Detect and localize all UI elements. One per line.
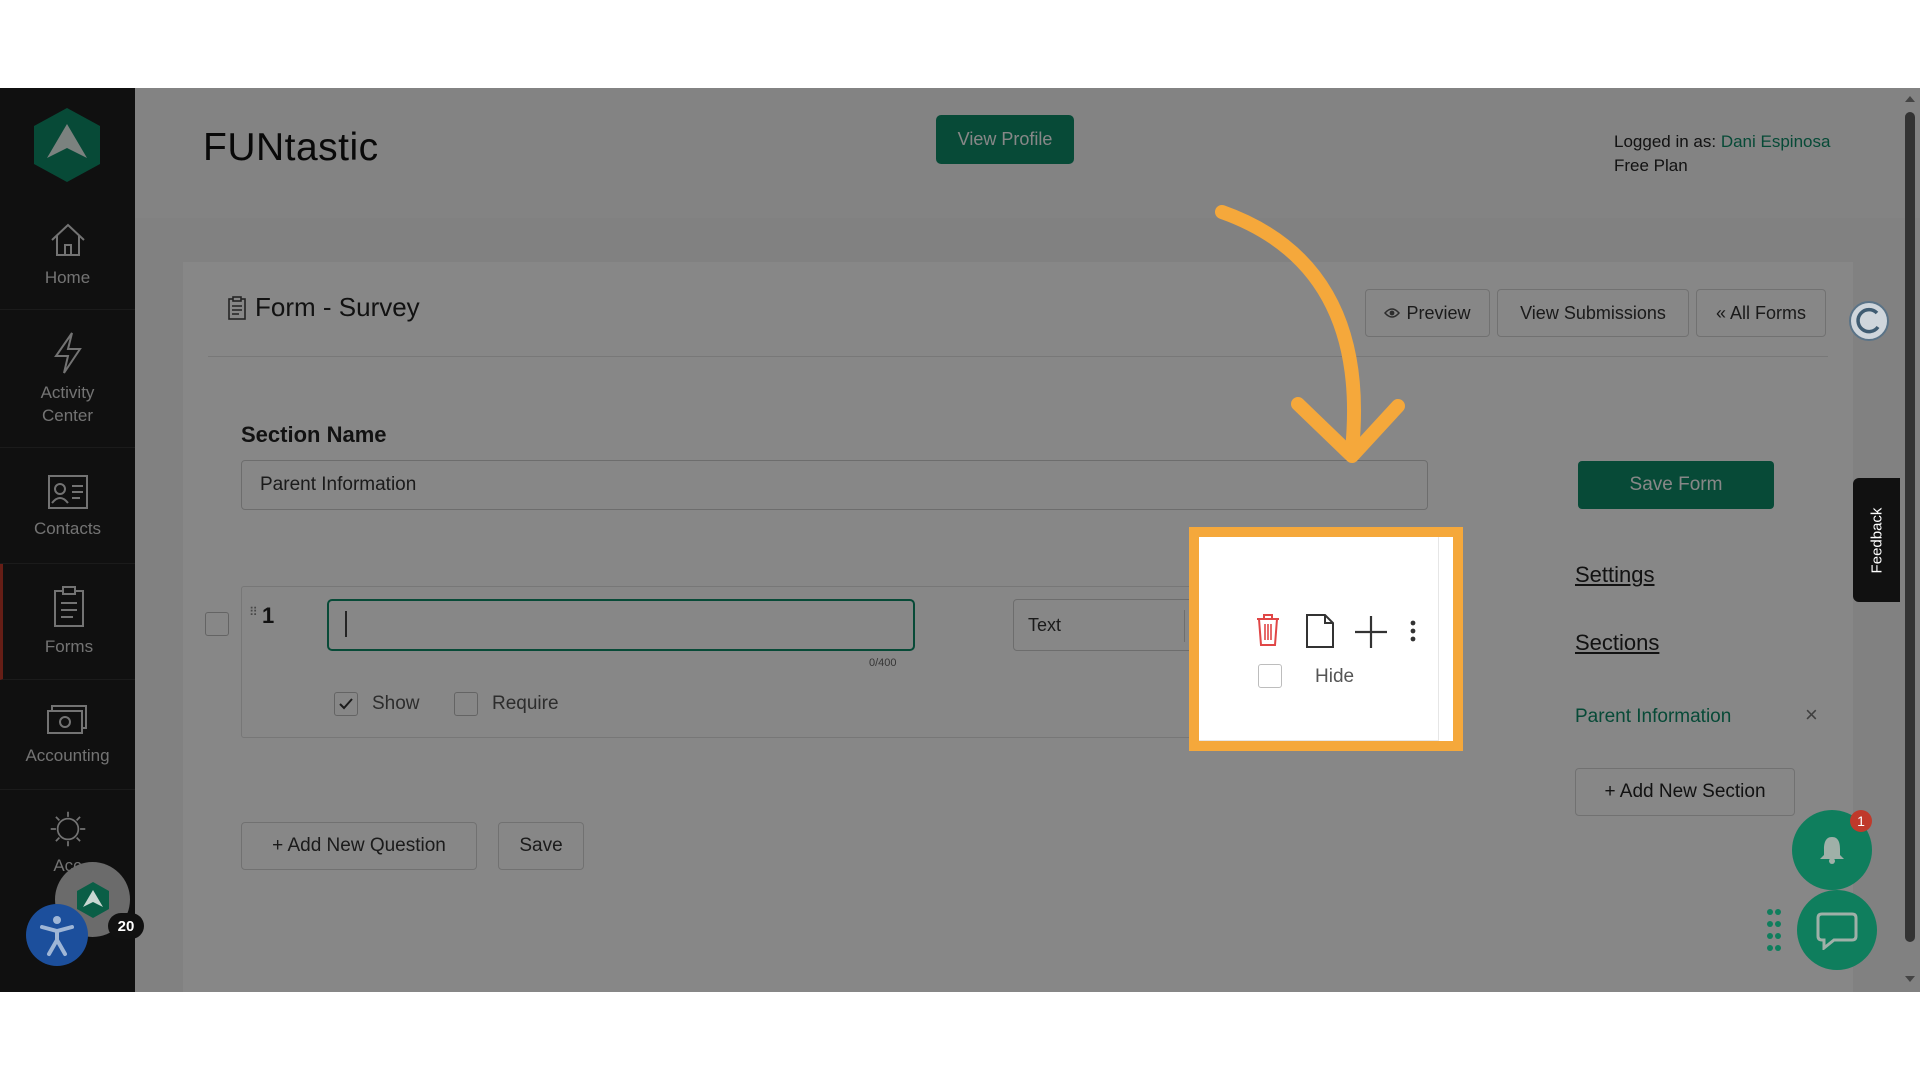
- question-select-checkbox[interactable]: [205, 612, 229, 636]
- sidebar-item-label: Home: [44, 268, 91, 287]
- text-caret: [345, 611, 347, 637]
- refresh-widget-icon[interactable]: [1848, 300, 1890, 342]
- app-window: Home Activity Center Contacts Forms Acco…: [0, 88, 1920, 992]
- sidebar-item-home[interactable]: Home: [0, 200, 135, 310]
- chat-bubble-icon: [1816, 912, 1858, 950]
- add-new-question-button[interactable]: + Add New Question: [241, 822, 477, 870]
- view-submissions-button[interactable]: View Submissions: [1497, 289, 1689, 337]
- eye-icon: [1384, 308, 1401, 318]
- add-new-section-button[interactable]: + Add New Section: [1575, 768, 1795, 816]
- home-icon: [50, 223, 85, 256]
- trash-icon[interactable]: [1255, 613, 1281, 647]
- feedback-tab[interactable]: Feedback: [1853, 478, 1900, 602]
- highlighted-question-actions: Hide: [1189, 527, 1463, 751]
- logged-in-prefix: Logged in as:: [1614, 132, 1721, 151]
- save-button[interactable]: Save: [498, 822, 584, 870]
- login-info: Logged in as: Dani Espinosa Free Plan: [1614, 130, 1830, 178]
- contacts-icon: [47, 475, 88, 509]
- require-label: Require: [492, 693, 559, 714]
- question-text-input[interactable]: [327, 599, 915, 651]
- preview-label: Preview: [1406, 302, 1471, 323]
- preview-button[interactable]: Preview: [1365, 289, 1490, 337]
- money-icon: [46, 705, 87, 734]
- lightning-icon: [53, 331, 82, 374]
- save-form-button[interactable]: Save Form: [1578, 461, 1774, 509]
- form-title-text: Form - Survey: [255, 292, 420, 322]
- require-checkbox[interactable]: [454, 692, 478, 716]
- bell-icon: [1820, 837, 1844, 864]
- sidebar-item-accounting[interactable]: Accounting: [0, 680, 135, 790]
- form-title: Form - Survey: [227, 292, 420, 323]
- form-clipboard-icon: [228, 295, 246, 320]
- scrollbar[interactable]: [1900, 88, 1920, 992]
- show-label: Show: [372, 693, 420, 714]
- notification-badge: 1: [1850, 810, 1872, 832]
- header: FUNtastic View Profile Logged in as: Dan…: [135, 88, 1920, 218]
- drag-grip-icon[interactable]: [1766, 908, 1782, 952]
- scroll-up-icon[interactable]: [1905, 94, 1915, 104]
- logo-icon[interactable]: [32, 106, 102, 184]
- sidebar-item-contacts[interactable]: Contacts: [0, 448, 135, 564]
- plan-label: Free Plan: [1614, 156, 1688, 175]
- remove-section-icon[interactable]: ×: [1805, 702, 1818, 728]
- hide-checkbox[interactable]: [1258, 664, 1282, 688]
- view-profile-button[interactable]: View Profile: [936, 115, 1074, 164]
- character-counter: 0/400: [869, 657, 897, 669]
- form-card: Form - Survey Preview View Submissions «…: [183, 262, 1853, 992]
- question-number: 1: [262, 603, 275, 628]
- brand-name: FUNtastic: [203, 126, 379, 169]
- sidebar-item-forms[interactable]: Forms: [0, 564, 135, 680]
- accessibility-button[interactable]: [26, 904, 88, 966]
- sidebar-item-label: Accounting: [25, 746, 110, 765]
- all-forms-button[interactable]: « All Forms: [1696, 289, 1826, 337]
- require-option[interactable]: Require: [454, 692, 559, 716]
- sections-link[interactable]: Sections: [1575, 630, 1659, 656]
- scroll-thumb[interactable]: [1905, 112, 1915, 942]
- checkmark-icon: [339, 698, 353, 710]
- sidebar-item-activity-center[interactable]: Activity Center: [0, 310, 135, 448]
- add-icon[interactable]: [1354, 615, 1388, 649]
- clipboard-icon: [54, 586, 84, 627]
- settings-link[interactable]: Settings: [1575, 562, 1655, 588]
- more-options-icon[interactable]: [1409, 619, 1417, 643]
- section-name-input[interactable]: [241, 460, 1428, 510]
- app-badge-count: 20: [108, 913, 144, 939]
- user-name-link[interactable]: Dani Espinosa: [1721, 132, 1831, 151]
- hide-label: Hide: [1315, 666, 1355, 687]
- drag-handle-icon[interactable]: ⠿: [249, 605, 258, 619]
- accessibility-icon: [40, 916, 74, 956]
- section-list-item[interactable]: Parent Information: [1575, 706, 1731, 728]
- sidebar-item-label: Forms: [44, 637, 94, 656]
- scroll-down-icon[interactable]: [1905, 974, 1915, 984]
- show-option[interactable]: Show: [334, 692, 420, 716]
- app-logo-icon: [76, 881, 109, 918]
- question-actions-panel: Hide: [1199, 537, 1439, 741]
- gear-icon: [50, 811, 85, 847]
- select-separator: [1184, 610, 1185, 642]
- sidebar-item-label: Activity: [40, 382, 95, 402]
- divider: [208, 356, 1828, 357]
- show-checkbox[interactable]: [334, 692, 358, 716]
- sidebar: Home Activity Center Contacts Forms Acco…: [0, 88, 135, 992]
- duplicate-icon[interactable]: [1305, 613, 1335, 649]
- feedback-label: Feedback: [1868, 507, 1885, 573]
- sidebar-item-label: Contacts: [33, 519, 102, 538]
- chat-button[interactable]: [1797, 890, 1877, 970]
- question-type-value: Text: [1028, 615, 1062, 635]
- sidebar-item-label-line2: Center: [41, 405, 94, 425]
- section-name-label: Section Name: [241, 422, 387, 447]
